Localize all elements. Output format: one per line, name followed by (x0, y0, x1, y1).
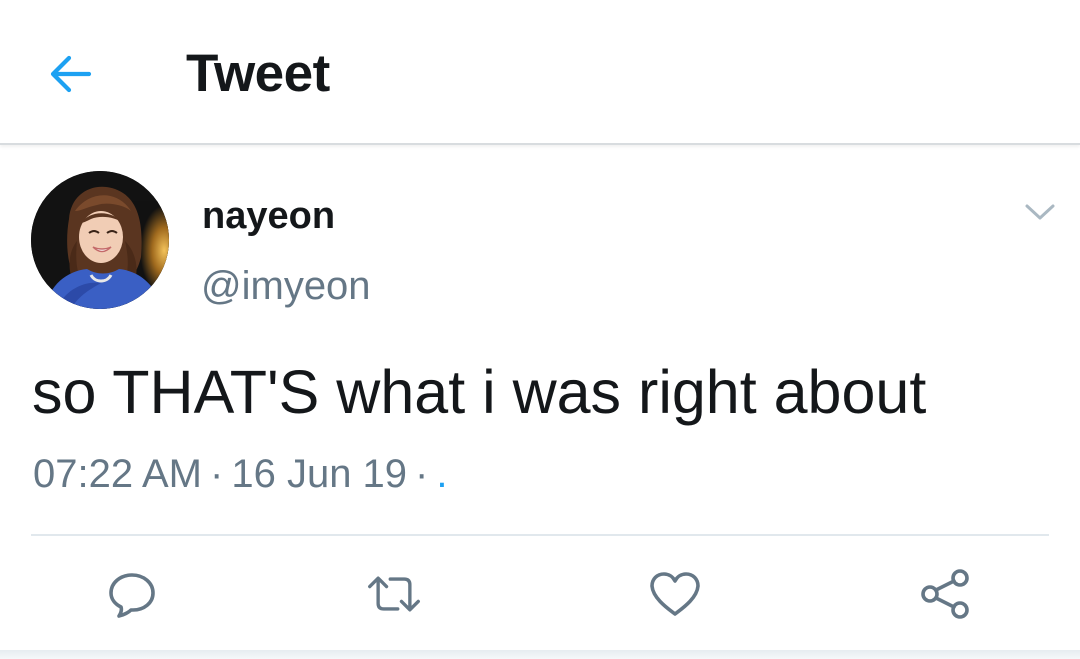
avatar[interactable] (31, 171, 169, 309)
tweet-date: 16 Jun 19 (231, 452, 408, 496)
retweet-arrows-icon (368, 576, 420, 612)
tweet-timestamp: 07:22 AM · 16 Jun 19 ·. (33, 450, 448, 498)
meta-separator: · (415, 452, 429, 496)
divider (31, 534, 1049, 536)
heart-icon (650, 572, 700, 616)
page-title: Tweet (186, 44, 330, 103)
profile-photo (31, 171, 169, 309)
tweet-client-link[interactable]: . (436, 452, 447, 496)
speech-bubble-icon (109, 573, 155, 618)
tweet-text: so THAT'S what i was right about (32, 358, 927, 426)
bottom-divider (0, 650, 1080, 659)
display-name[interactable]: nayeon (202, 194, 335, 238)
meta-separator: · (210, 452, 224, 496)
user-handle[interactable]: @imyeon (201, 262, 371, 310)
chevron-down-icon (1025, 204, 1055, 220)
retweet-button[interactable] (366, 566, 422, 622)
reply-button[interactable] (104, 566, 160, 622)
tweet-time: 07:22 AM (33, 452, 203, 496)
share-icon (921, 569, 969, 619)
share-button[interactable] (917, 566, 973, 622)
like-button[interactable] (647, 566, 703, 622)
arrow-left-icon (50, 55, 92, 93)
back-button[interactable] (44, 48, 96, 100)
top-app-bar: Tweet (0, 0, 1080, 145)
tweet-options-button[interactable] (1018, 194, 1062, 230)
